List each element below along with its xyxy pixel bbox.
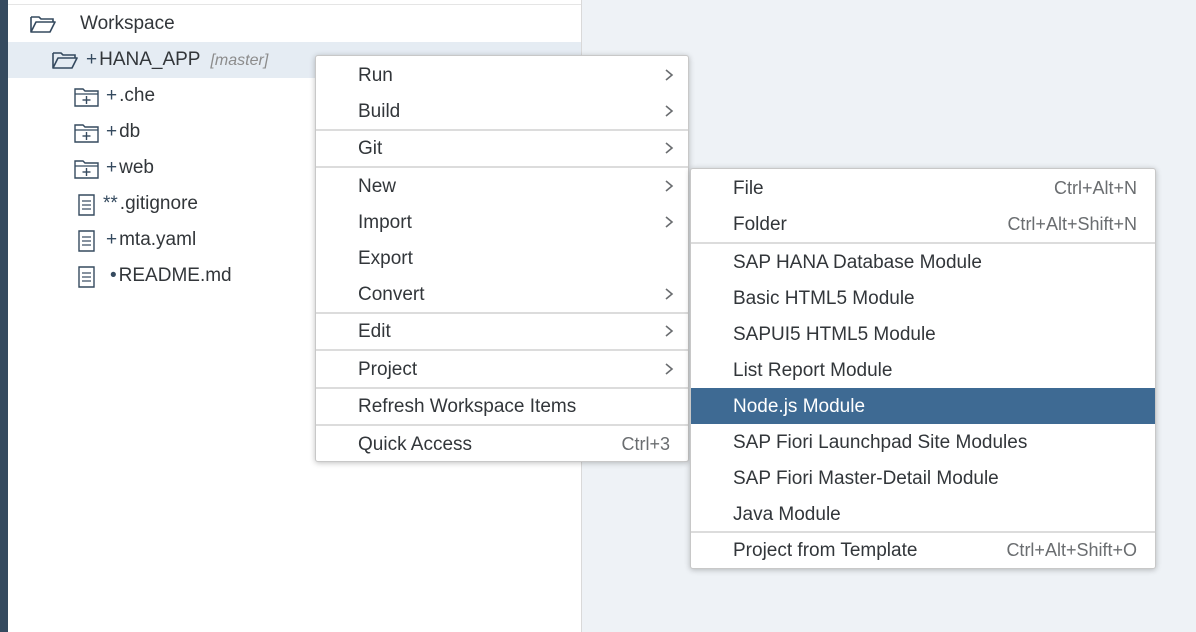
menu-item-label: Refresh Workspace Items <box>358 396 577 417</box>
submenu-item-label: SAP Fiori Master-Detail Module <box>733 468 999 489</box>
submenu-item-sapui5-html5-module[interactable]: SAPUI5 HTML5 Module <box>691 316 1155 352</box>
child-name: README.md <box>118 265 232 286</box>
chevron-right-icon <box>665 180 674 192</box>
git-status-marker: • <box>110 265 117 286</box>
open-folder-icon <box>30 14 56 39</box>
child-name: .che <box>119 85 156 106</box>
submenu-item-shortcut: Ctrl+Alt+Shift+N <box>1007 214 1137 234</box>
file-icon <box>78 230 96 257</box>
menu-item-convert[interactable]: Convert <box>316 276 688 312</box>
submenu-item-label: File <box>733 178 764 199</box>
menu-item-git[interactable]: Git <box>316 130 688 166</box>
chevron-right-icon <box>665 69 674 81</box>
menu-item-label: New <box>358 176 397 197</box>
submenu-item-fiori-launchpad-site[interactable]: SAP Fiori Launchpad Site Modules <box>691 424 1155 460</box>
submenu-item-java-module[interactable]: Java Module <box>691 496 1155 532</box>
menu-item-import[interactable]: Import <box>316 204 688 240</box>
submenu-item-label: Project from Template <box>733 540 918 561</box>
menu-item-label: Build <box>358 101 401 122</box>
git-status-marker: + <box>106 157 118 178</box>
submenu-item-folder[interactable]: Folder Ctrl+Alt+Shift+N <box>691 206 1155 242</box>
tree-top-divider <box>8 4 581 5</box>
submenu-item-basic-html5-module[interactable]: Basic HTML5 Module <box>691 280 1155 316</box>
context-menu: Run Build Git New Import Export Convert … <box>315 55 689 462</box>
file-icon <box>78 266 96 293</box>
submenu-item-label: Basic HTML5 Module <box>733 288 915 309</box>
git-status-marker: + <box>106 121 118 142</box>
folder-icon <box>74 158 100 185</box>
tree-row-workspace[interactable]: Workspace <box>8 6 581 42</box>
chevron-right-icon <box>665 363 674 375</box>
chevron-right-icon <box>665 105 674 117</box>
menu-item-label: Git <box>358 138 383 159</box>
submenu-item-shortcut: Ctrl+Alt+N <box>1053 178 1137 198</box>
submenu-item-shortcut: Ctrl+Alt+Shift+O <box>1006 540 1137 560</box>
child-name: mta.yaml <box>119 229 197 250</box>
chevron-right-icon <box>665 325 674 337</box>
new-submenu: File Ctrl+Alt+N Folder Ctrl+Alt+Shift+N … <box>690 168 1156 569</box>
submenu-item-label: SAP Fiori Launchpad Site Modules <box>733 432 1028 453</box>
menu-item-label: Import <box>358 212 412 233</box>
child-name: web <box>119 157 154 178</box>
submenu-item-nodejs-module[interactable]: Node.js Module <box>691 388 1155 424</box>
folder-icon <box>74 86 100 113</box>
chevron-right-icon <box>665 216 674 228</box>
git-status-marker: + <box>106 85 118 106</box>
shell-side-strip <box>0 0 8 632</box>
submenu-item-label: Folder <box>733 214 787 235</box>
menu-item-label: Convert <box>358 284 425 305</box>
chevron-right-icon <box>665 142 674 154</box>
menu-item-edit[interactable]: Edit <box>316 313 688 349</box>
submenu-item-label: SAP HANA Database Module <box>733 252 982 273</box>
tree-label-project: + HANA_APP [master] <box>86 49 268 71</box>
submenu-item-label: List Report Module <box>733 360 893 381</box>
chevron-right-icon <box>665 288 674 300</box>
project-name: HANA_APP <box>99 49 201 70</box>
menu-item-project[interactable]: Project <box>316 351 688 387</box>
tree-label-child: + mta.yaml <box>106 229 196 251</box>
submenu-item-fiori-master-detail[interactable]: SAP Fiori Master-Detail Module <box>691 460 1155 496</box>
child-name: .gitignore <box>119 193 198 214</box>
menu-item-label: Edit <box>358 321 391 342</box>
submenu-item-file[interactable]: File Ctrl+Alt+N <box>691 170 1155 206</box>
submenu-item-project-from-template[interactable]: Project from Template Ctrl+Alt+Shift+O <box>691 532 1155 568</box>
tree-label-child: • README.md <box>110 265 232 287</box>
tree-label-workspace: Workspace <box>80 13 175 34</box>
menu-item-quick-access[interactable]: Quick Access Ctrl+3 <box>316 426 688 462</box>
menu-item-label: Project <box>358 359 418 380</box>
submenu-item-label: SAPUI5 HTML5 Module <box>733 324 936 345</box>
tree-label-child: + web <box>106 157 154 179</box>
menu-item-shortcut: Ctrl+3 <box>621 434 670 454</box>
git-status-marker: + <box>106 229 118 250</box>
tree-label-child: ** .gitignore <box>103 193 198 215</box>
open-folder-icon <box>52 50 78 75</box>
child-name: db <box>119 121 141 142</box>
menu-item-build[interactable]: Build <box>316 93 688 129</box>
menu-item-refresh-workspace[interactable]: Refresh Workspace Items <box>316 388 688 424</box>
menu-item-label: Run <box>358 65 393 86</box>
git-status-marker: ** <box>103 193 118 214</box>
menu-item-label: Quick Access <box>358 434 473 455</box>
menu-item-export[interactable]: Export <box>316 240 688 276</box>
submenu-item-hana-db-module[interactable]: SAP HANA Database Module <box>691 244 1155 280</box>
menu-item-label: Export <box>358 248 413 269</box>
menu-item-new[interactable]: New <box>316 168 688 204</box>
file-icon <box>78 194 96 221</box>
submenu-item-list-report-module[interactable]: List Report Module <box>691 352 1155 388</box>
submenu-item-label: Java Module <box>733 504 841 525</box>
branch-badge: [master] <box>210 52 269 69</box>
tree-label-child: + db <box>106 121 140 143</box>
tree-label-child: + .che <box>106 85 155 107</box>
menu-item-run[interactable]: Run <box>316 57 688 93</box>
folder-icon <box>74 122 100 149</box>
submenu-item-label: Node.js Module <box>733 396 866 417</box>
git-status-marker: + <box>86 49 98 70</box>
